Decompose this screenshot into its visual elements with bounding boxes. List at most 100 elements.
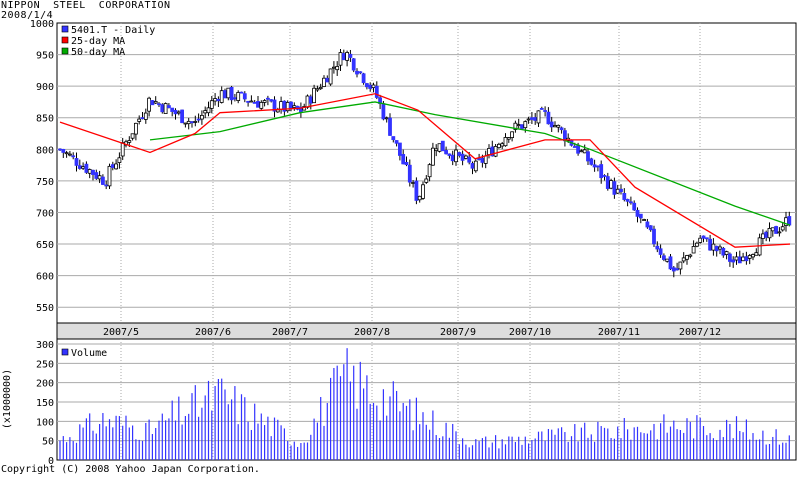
price-tick-label: 750 bbox=[36, 177, 54, 188]
candle-up bbox=[371, 84, 376, 89]
candle-down bbox=[787, 216, 792, 226]
candle-up bbox=[473, 160, 478, 172]
candle-down bbox=[714, 245, 719, 252]
candle-down bbox=[572, 146, 577, 148]
candle-up bbox=[427, 164, 432, 178]
candle-up bbox=[312, 87, 317, 104]
candle-down bbox=[546, 111, 551, 125]
candle-down bbox=[77, 165, 82, 169]
candle-up bbox=[553, 125, 557, 128]
candle-up bbox=[315, 88, 320, 91]
month-axis: 2007/5 2007/6 2007/7 2007/8 2007/9 2007/10 200… bbox=[56, 322, 797, 340]
candle-up bbox=[209, 100, 214, 109]
candle-up bbox=[506, 137, 511, 140]
candle-down bbox=[602, 175, 607, 177]
candle-down bbox=[252, 102, 257, 104]
candle-down bbox=[599, 164, 604, 179]
candle-down bbox=[414, 180, 419, 201]
price-tick-label: 1000 bbox=[30, 19, 54, 30]
candle-up bbox=[437, 143, 442, 152]
candle-up bbox=[503, 137, 508, 147]
candle-up bbox=[335, 66, 340, 71]
candle-up bbox=[463, 155, 468, 159]
candle-up bbox=[213, 98, 218, 102]
candle-down bbox=[180, 109, 185, 124]
candle-down bbox=[701, 235, 706, 239]
candle-down bbox=[348, 53, 353, 58]
candle-up bbox=[777, 231, 782, 234]
price-tick-label: 850 bbox=[36, 114, 54, 125]
candle-up bbox=[292, 105, 297, 108]
candle-down bbox=[232, 97, 237, 100]
candle-up bbox=[483, 155, 488, 164]
candle-down bbox=[388, 117, 392, 136]
legend-ma50-label: 50-day MA bbox=[71, 47, 125, 58]
candle-down bbox=[622, 193, 627, 200]
price-tick-label: 550 bbox=[36, 303, 54, 314]
candle-down bbox=[358, 71, 363, 74]
candle-up bbox=[741, 256, 745, 262]
candle-up bbox=[133, 122, 138, 135]
candle-up bbox=[665, 258, 670, 262]
candle-down bbox=[668, 256, 673, 270]
candle-down bbox=[325, 77, 330, 83]
candle-up bbox=[120, 142, 125, 157]
candle-down bbox=[368, 84, 373, 89]
candle-up bbox=[724, 251, 729, 255]
month-label: 2007/6 bbox=[195, 327, 231, 338]
candle-down bbox=[401, 154, 406, 165]
candle-down bbox=[533, 117, 538, 121]
candle-down bbox=[467, 156, 472, 163]
candle-down bbox=[94, 172, 99, 179]
candle-down bbox=[539, 108, 544, 110]
month-label: 2007/11 bbox=[598, 327, 640, 338]
candle-down bbox=[632, 202, 637, 211]
candle-down bbox=[737, 256, 742, 264]
candle-up bbox=[64, 152, 69, 155]
candle-down bbox=[190, 121, 194, 124]
candle-down bbox=[625, 198, 630, 202]
price-tick-label: 600 bbox=[36, 272, 54, 283]
candle-down bbox=[265, 97, 270, 100]
candle-up bbox=[424, 178, 429, 183]
candle-up bbox=[186, 120, 191, 125]
candle-up bbox=[219, 90, 224, 103]
candle-up bbox=[206, 107, 211, 114]
candle-down bbox=[671, 267, 676, 272]
candle-up bbox=[767, 228, 772, 239]
legend-ma50-swatch bbox=[61, 47, 69, 55]
candle-up bbox=[203, 110, 208, 114]
candle-up bbox=[691, 246, 696, 254]
month-label: 2007/9 bbox=[440, 327, 476, 338]
candle-down bbox=[652, 228, 656, 245]
candle-up bbox=[176, 111, 181, 114]
candle-up bbox=[127, 140, 132, 143]
candle-up bbox=[421, 184, 425, 199]
legend-volume-swatch bbox=[61, 348, 69, 356]
candle-down bbox=[101, 176, 105, 185]
candle-up bbox=[556, 124, 561, 128]
candle-up bbox=[338, 52, 343, 66]
candle-down bbox=[71, 155, 76, 158]
candle-down bbox=[520, 124, 524, 129]
candle-down bbox=[196, 118, 201, 121]
month-label: 2007/5 bbox=[103, 327, 139, 338]
candle-up bbox=[279, 101, 284, 110]
candle-up bbox=[711, 243, 716, 251]
candle-down bbox=[589, 158, 594, 165]
candle-up bbox=[454, 149, 458, 163]
candle-down bbox=[658, 248, 663, 255]
candle-down bbox=[160, 104, 165, 113]
candle-down bbox=[308, 96, 313, 104]
candle-down bbox=[721, 247, 726, 256]
legend-ma25-swatch bbox=[61, 36, 69, 44]
candle-up bbox=[147, 97, 152, 112]
copyright-text: Copyright (C) 2008 Yahoo Japan Corporati… bbox=[1, 464, 260, 475]
candle-up bbox=[163, 103, 168, 114]
candle-down bbox=[638, 213, 643, 219]
candle-down bbox=[407, 164, 412, 183]
candle-up bbox=[345, 52, 350, 61]
candle-up bbox=[780, 226, 785, 231]
candle-down bbox=[58, 148, 62, 151]
candle-down bbox=[404, 161, 409, 166]
